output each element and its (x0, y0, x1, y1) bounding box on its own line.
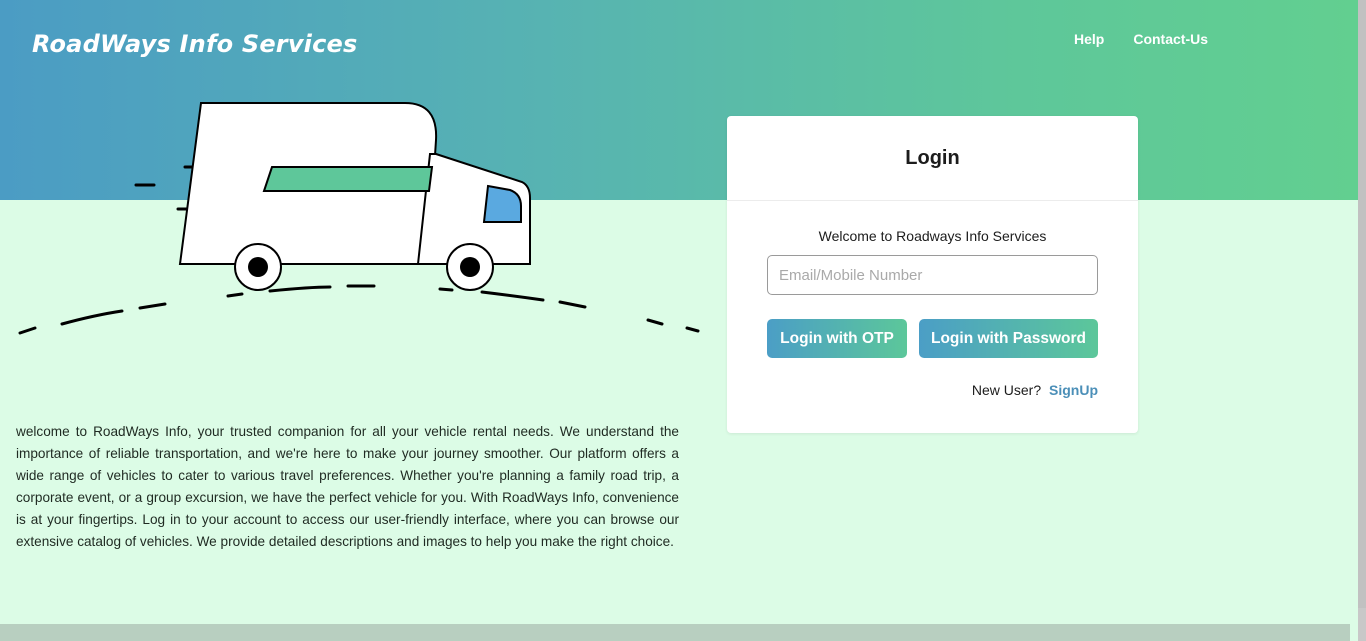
road-dashes (18, 284, 700, 335)
scrollbar-thumb[interactable] (1358, 0, 1366, 608)
top-nav: Help Contact-Us (1074, 31, 1208, 47)
about-text: welcome to RoadWays Info, your trusted c… (16, 424, 679, 549)
van-stripe (262, 166, 434, 192)
login-card: Login Welcome to Roadways Info Services … (727, 116, 1138, 433)
horizontal-scrollbar[interactable] (0, 624, 1350, 641)
camper-van-illustration (18, 102, 700, 335)
signup-row: New User? SignUp (972, 382, 1098, 398)
login-otp-button[interactable]: Login with OTP (767, 319, 907, 358)
email-mobile-input[interactable] (767, 255, 1098, 295)
new-user-label: New User? (971, 382, 1042, 398)
nav-contact-link[interactable]: Contact-Us (1133, 31, 1208, 47)
login-password-button[interactable]: Login with Password (919, 319, 1098, 358)
brand-logo[interactable]: RoadWays Info Services (32, 30, 358, 58)
signup-link[interactable]: SignUp (1049, 382, 1098, 398)
login-welcome-text: Welcome to Roadways Info Services (818, 228, 1047, 244)
login-header: Login (727, 116, 1138, 201)
login-title: Login (905, 146, 960, 169)
nav-help-link[interactable]: Help (1074, 31, 1104, 47)
vertical-scrollbar[interactable] (1358, 0, 1366, 641)
